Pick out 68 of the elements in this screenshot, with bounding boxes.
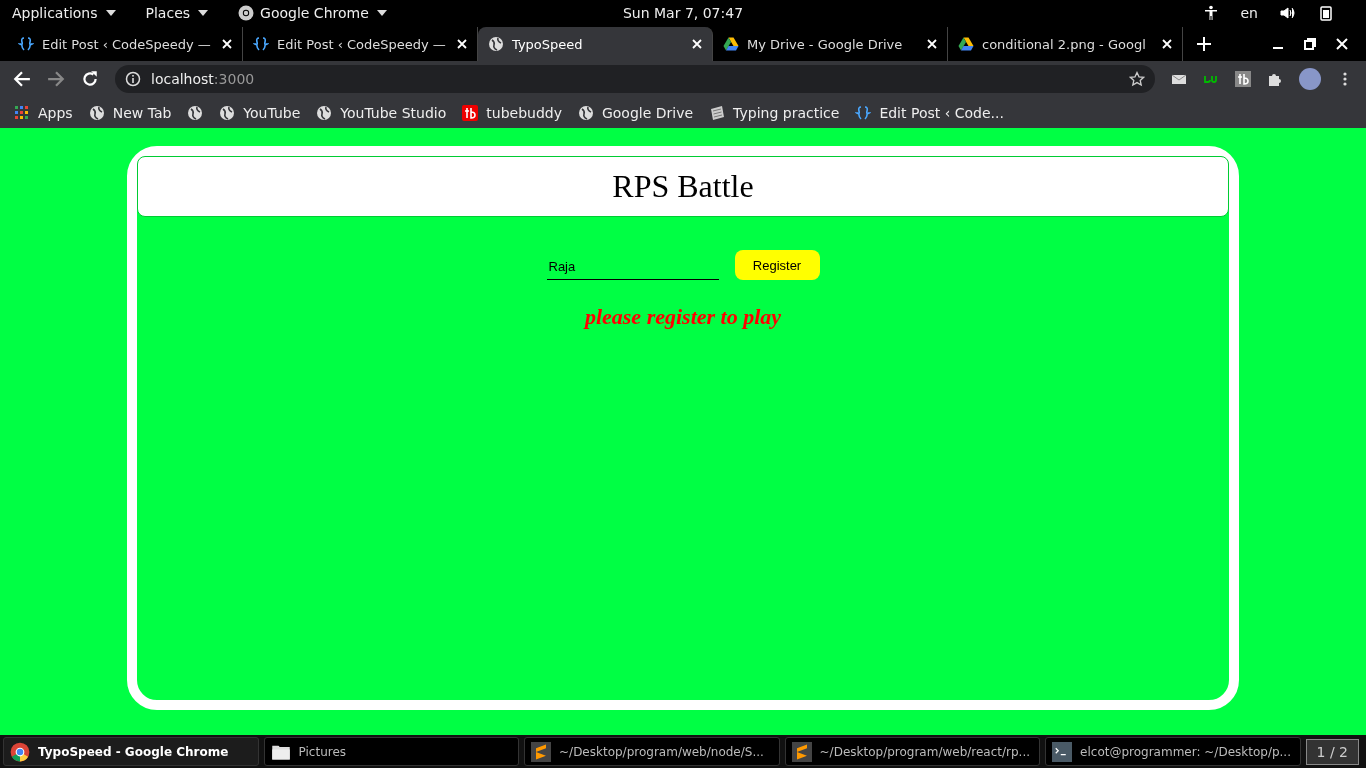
bookmark[interactable]: YouTube Studio bbox=[316, 104, 447, 121]
globe-icon bbox=[88, 104, 105, 121]
drive-icon bbox=[723, 36, 739, 52]
top-menu[interactable]: Google Chrome bbox=[238, 4, 387, 21]
language-indicator[interactable]: en bbox=[1240, 4, 1258, 21]
chrome-icon bbox=[10, 741, 30, 762]
top-menu[interactable]: Places bbox=[145, 4, 209, 21]
workspace-indicator[interactable]: 1 / 2 bbox=[1305, 738, 1359, 765]
bookmark[interactable]: Apps bbox=[14, 104, 73, 121]
clock[interactable]: Sun Mar 7, 07:47 bbox=[622, 4, 744, 21]
braces-icon bbox=[18, 36, 34, 52]
braces-icon bbox=[253, 36, 269, 52]
page-title: RPS Battle bbox=[612, 168, 754, 205]
battery-icon[interactable] bbox=[1318, 4, 1334, 21]
taskbar-item[interactable]: ~/Desktop/program/web/node/S... bbox=[524, 737, 780, 766]
taskbar-item[interactable]: ~/Desktop/program/web/react/rp... bbox=[784, 737, 1041, 766]
extension-icon[interactable] bbox=[1235, 71, 1251, 87]
reload-icon[interactable] bbox=[81, 70, 99, 88]
drive-icon bbox=[958, 36, 974, 52]
caret-icon bbox=[376, 9, 387, 16]
info-icon[interactable] bbox=[125, 71, 141, 87]
restore-icon[interactable] bbox=[1304, 38, 1316, 50]
bookmark[interactable]: Google Drive bbox=[577, 104, 694, 121]
url-text: localhost:3000 bbox=[151, 71, 255, 87]
taskbar-item[interactable]: TypoSpeed - Google Chrome bbox=[3, 737, 259, 766]
sublime-icon bbox=[791, 741, 812, 762]
close-icon[interactable] bbox=[1162, 39, 1172, 49]
globe-icon bbox=[219, 104, 236, 121]
bookmark[interactable]: New Tab bbox=[88, 104, 172, 121]
volume-icon[interactable] bbox=[1280, 4, 1296, 21]
tubebuddy-icon bbox=[462, 104, 479, 121]
keyboard-icon bbox=[709, 104, 726, 121]
taskbar-item[interactable]: elcot@programmer: ~/Desktop/p... bbox=[1045, 737, 1301, 766]
new-tab-icon[interactable] bbox=[1197, 37, 1211, 51]
bookmark[interactable]: tubebuddy bbox=[462, 104, 562, 121]
browser-tab[interactable]: TypoSpeed bbox=[478, 27, 713, 61]
close-icon[interactable] bbox=[927, 39, 937, 49]
braces-icon bbox=[855, 104, 872, 121]
globe-icon bbox=[316, 104, 333, 121]
bookmark[interactable]: YouTube bbox=[219, 104, 301, 121]
accessibility-icon[interactable] bbox=[1202, 4, 1219, 21]
register-button[interactable]: Register bbox=[734, 250, 820, 280]
terminal-icon bbox=[1052, 741, 1073, 762]
bookmark[interactable]: Edit Post ‹ Code... bbox=[855, 104, 1004, 121]
caret-icon bbox=[105, 9, 116, 16]
close-icon[interactable] bbox=[457, 39, 467, 49]
name-input[interactable]: Raja bbox=[546, 250, 719, 280]
bookmark[interactable] bbox=[187, 104, 204, 121]
bookmark[interactable]: Typing practice bbox=[709, 104, 840, 121]
address-bar[interactable]: localhost:3000 bbox=[115, 65, 1155, 93]
close-icon[interactable] bbox=[1336, 38, 1348, 50]
star-icon[interactable] bbox=[1129, 71, 1145, 87]
apps-grid-icon bbox=[14, 104, 30, 121]
forward-icon[interactable] bbox=[47, 70, 65, 88]
taskbar-item[interactable]: Pictures bbox=[263, 737, 520, 766]
close-icon[interactable] bbox=[692, 39, 702, 49]
globe-icon bbox=[187, 104, 204, 121]
close-icon[interactable] bbox=[222, 39, 232, 49]
chrome-icon bbox=[238, 4, 255, 21]
back-icon[interactable] bbox=[13, 70, 31, 88]
sublime-icon bbox=[531, 741, 552, 762]
globe-icon bbox=[577, 104, 594, 121]
top-menu[interactable]: Applications bbox=[12, 4, 116, 21]
globe-icon bbox=[488, 36, 504, 52]
status-message: please register to play bbox=[584, 304, 782, 330]
caret-icon bbox=[198, 9, 209, 16]
puzzle-icon[interactable] bbox=[1267, 71, 1283, 87]
avatar[interactable] bbox=[1299, 68, 1321, 90]
